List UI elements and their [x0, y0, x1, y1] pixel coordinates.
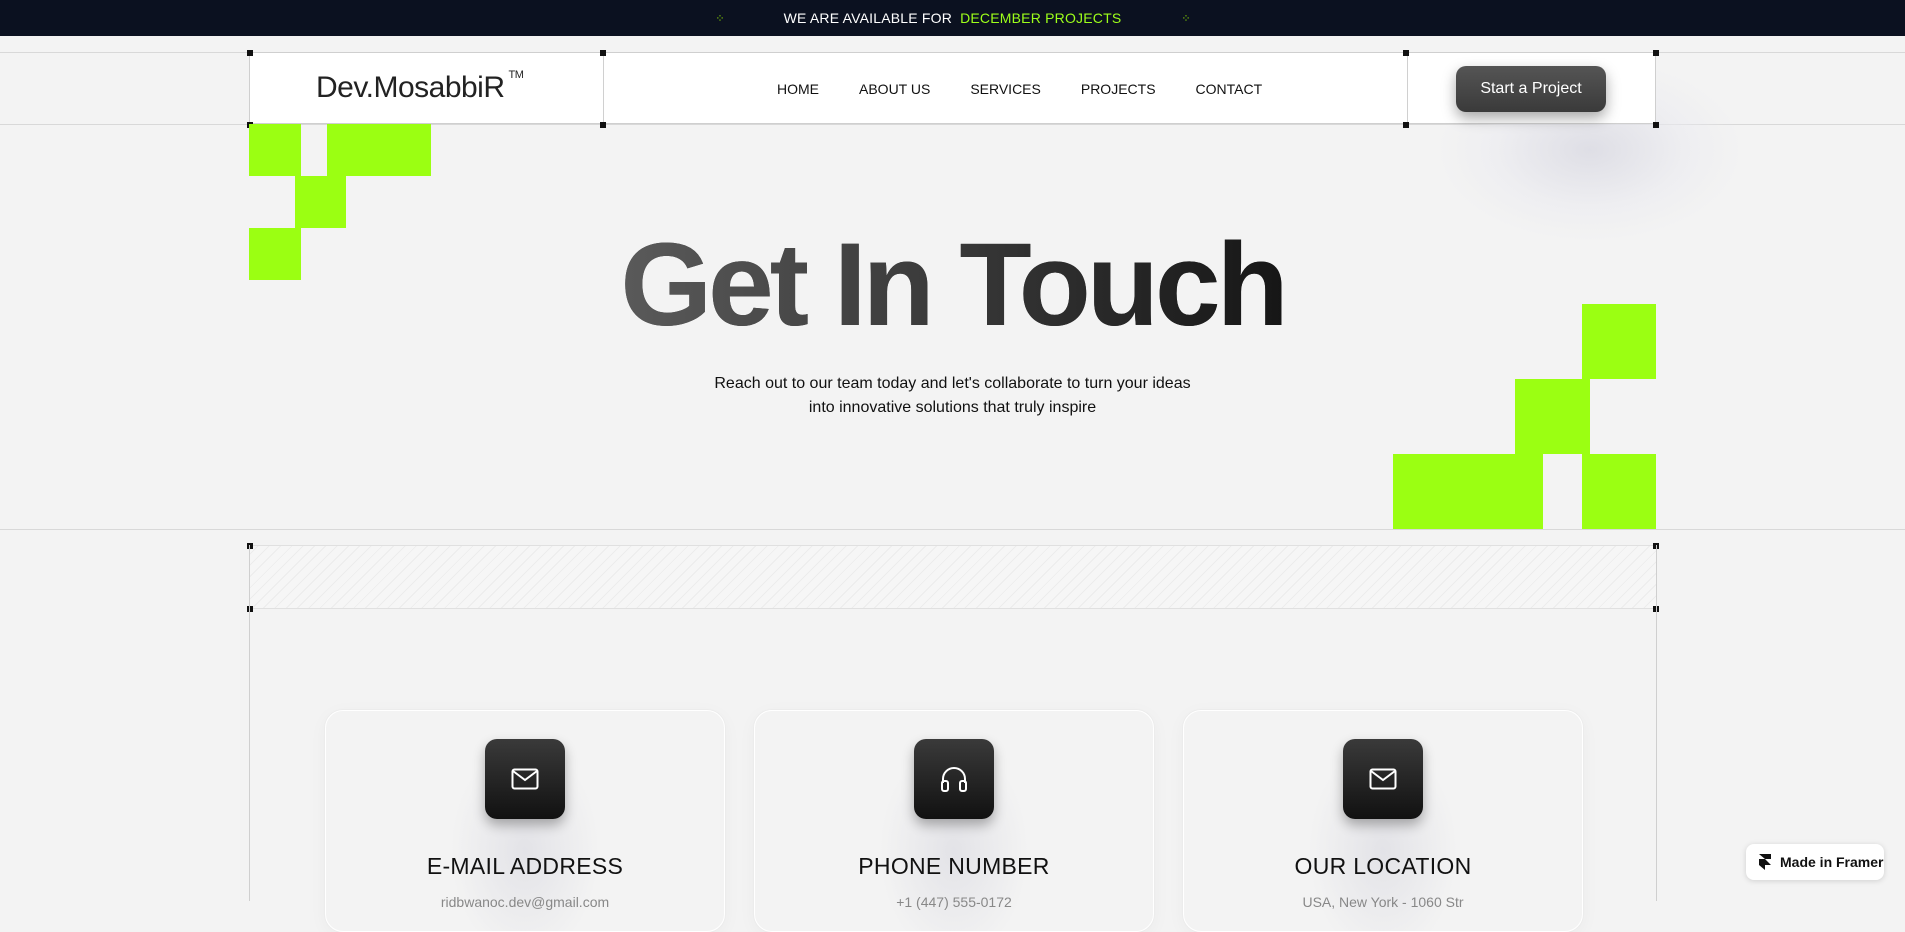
decor-block: [1393, 454, 1543, 529]
main-menu: HOME ABOUT US SERVICES PROJECTS CONTACT: [777, 53, 1262, 125]
contact-card-phone[interactable]: PHONE NUMBER +1 (447) 555-0172: [754, 710, 1154, 932]
trademark: TM: [508, 69, 524, 81]
selection-handle[interactable]: [1653, 50, 1659, 56]
framer-logo-icon: [1759, 854, 1771, 870]
card-label: E-MAIL ADDRESS: [426, 853, 624, 879]
selection-handle[interactable]: [1653, 122, 1659, 128]
frame-border: [1656, 545, 1657, 901]
contact-card-location[interactable]: OUR LOCATION USA, New York - 1060 Str: [1183, 710, 1583, 932]
nav-about[interactable]: ABOUT US: [859, 81, 930, 97]
decor-block: [1582, 454, 1656, 529]
section-divider: [0, 529, 1905, 530]
nav-divider: [603, 53, 604, 125]
nav-home[interactable]: HOME: [777, 81, 819, 97]
decor-block: [327, 124, 431, 176]
announcement-bar: ⁘ WE ARE AVAILABLE FOR DECEMBER PROJECTS…: [0, 0, 1905, 36]
selection-handle[interactable]: [247, 543, 253, 549]
badge-label: Made in Framer: [1780, 854, 1884, 870]
selection-handle[interactable]: [247, 50, 253, 56]
mail-icon: [485, 739, 565, 819]
decor-block: [295, 176, 346, 228]
selection-handle[interactable]: [247, 606, 253, 612]
decor-block: [249, 124, 301, 176]
frame-border: [249, 545, 250, 901]
selection-handle[interactable]: [1403, 122, 1409, 128]
announcement-text: WE ARE AVAILABLE FOR: [783, 10, 953, 26]
headphones-icon: [914, 739, 994, 819]
loader-icon: ⁘: [1181, 12, 1190, 25]
card-label: PHONE NUMBER: [858, 853, 1050, 879]
logo-text: Dev.MosabbiR: [316, 71, 505, 104]
start-project-button[interactable]: Start a Project: [1456, 66, 1606, 112]
page-title: Get In Touch: [0, 226, 1905, 344]
hatched-spacer: [249, 545, 1656, 609]
loader-icon: ⁘: [715, 12, 724, 25]
hero-subtitle: Reach out to our team today and let's co…: [0, 372, 1905, 420]
selection-handle[interactable]: [600, 50, 606, 56]
mail-icon: [1343, 739, 1423, 819]
made-in-framer-badge[interactable]: Made in Framer: [1746, 844, 1884, 880]
announcement-highlight: DECEMBER PROJECTS: [960, 10, 1122, 26]
card-value[interactable]: ridbwanoc.dev@gmail.com: [326, 894, 724, 910]
nav-divider: [1407, 53, 1408, 125]
header-nav: Dev.MosabbiR TM HOME ABOUT US SERVICES PR…: [249, 52, 1656, 125]
card-value: USA, New York - 1060 Str: [1302, 894, 1464, 910]
selection-handle[interactable]: [1403, 50, 1409, 56]
nav-projects[interactable]: PROJECTS: [1081, 81, 1156, 97]
subtitle-line: into innovative solutions that truly ins…: [808, 399, 1097, 416]
site-logo[interactable]: Dev.MosabbiR TM: [316, 69, 524, 105]
nav-contact[interactable]: CONTACT: [1196, 81, 1263, 97]
selection-handle[interactable]: [600, 122, 606, 128]
subtitle-line: Reach out to our team today and let's co…: [714, 375, 1191, 392]
nav-services[interactable]: SERVICES: [970, 81, 1041, 97]
contact-card-email[interactable]: E-MAIL ADDRESS ridbwanoc.dev@gmail.com: [325, 710, 725, 932]
card-label: OUR LOCATION: [1294, 853, 1472, 879]
card-value[interactable]: +1 (447) 555-0172: [755, 894, 1153, 910]
